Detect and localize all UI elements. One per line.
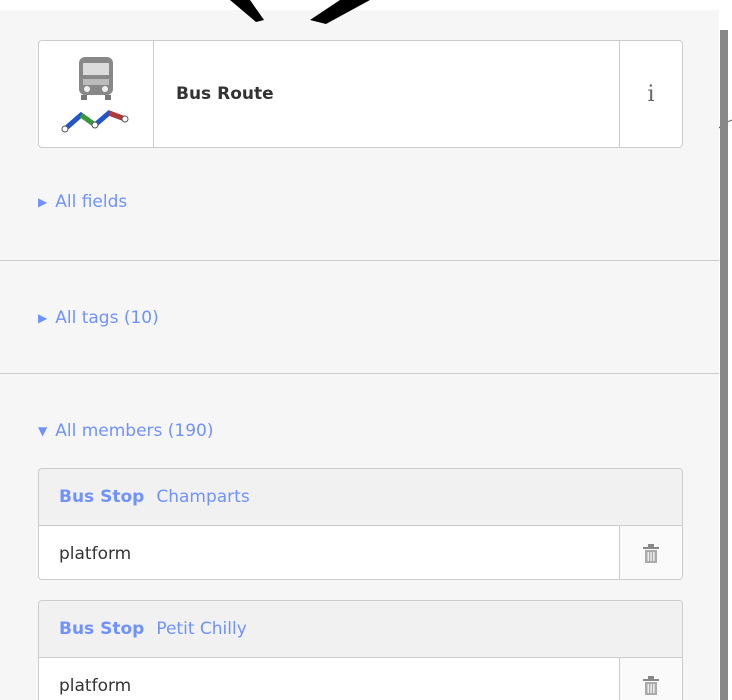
bus-route-icon xyxy=(61,57,129,133)
member-name[interactable]: Petit Chilly xyxy=(156,619,246,639)
all-members-label: All members (190) xyxy=(55,421,214,441)
member-role-input[interactable]: platform xyxy=(39,658,620,700)
all-fields-toggle[interactable]: ▶ All fields xyxy=(38,192,127,212)
preset-icon-cell xyxy=(39,41,154,147)
member-role-input[interactable]: platform xyxy=(39,526,620,579)
delete-member-button[interactable] xyxy=(620,658,682,700)
all-fields-label: All fields xyxy=(55,192,128,212)
cursor-arrows-icon xyxy=(230,0,370,24)
disclosure-open-icon: ▼ xyxy=(38,424,48,438)
all-tags-toggle[interactable]: ▶ All tags (10) xyxy=(38,308,159,328)
section-divider xyxy=(0,260,719,261)
all-members-toggle[interactable]: ▼ All members (190) xyxy=(38,421,214,441)
member-type[interactable]: Bus Stop xyxy=(59,487,144,507)
all-tags-label: All tags (10) xyxy=(55,308,159,328)
preset-name[interactable]: Bus Route xyxy=(154,41,619,147)
preset-info-button[interactable]: i xyxy=(619,41,682,147)
delete-member-button[interactable] xyxy=(620,526,682,579)
member-item: Bus Stop Petit Chilly platform xyxy=(38,600,683,700)
member-role-row: platform xyxy=(39,526,682,579)
member-label[interactable]: Bus Stop Petit Chilly xyxy=(39,601,682,658)
disclosure-closed-icon: ▶ xyxy=(38,195,48,209)
member-type[interactable]: Bus Stop xyxy=(59,619,144,639)
trash-icon xyxy=(643,543,659,563)
disclosure-closed-icon: ▶ xyxy=(38,311,48,325)
member-label[interactable]: Bus Stop Champarts xyxy=(39,469,682,526)
member-role-row: platform xyxy=(39,658,682,700)
member-name[interactable]: Champarts xyxy=(156,487,249,507)
inspector-panel: Bus Route i ▶ All fields ▶ All tags (10)… xyxy=(0,10,719,700)
section-divider xyxy=(0,373,719,374)
member-item: Bus Stop Champarts platform xyxy=(38,468,683,580)
trash-icon xyxy=(643,675,659,695)
scrollbar[interactable] xyxy=(720,30,728,700)
preset-header[interactable]: Bus Route i xyxy=(38,40,683,148)
